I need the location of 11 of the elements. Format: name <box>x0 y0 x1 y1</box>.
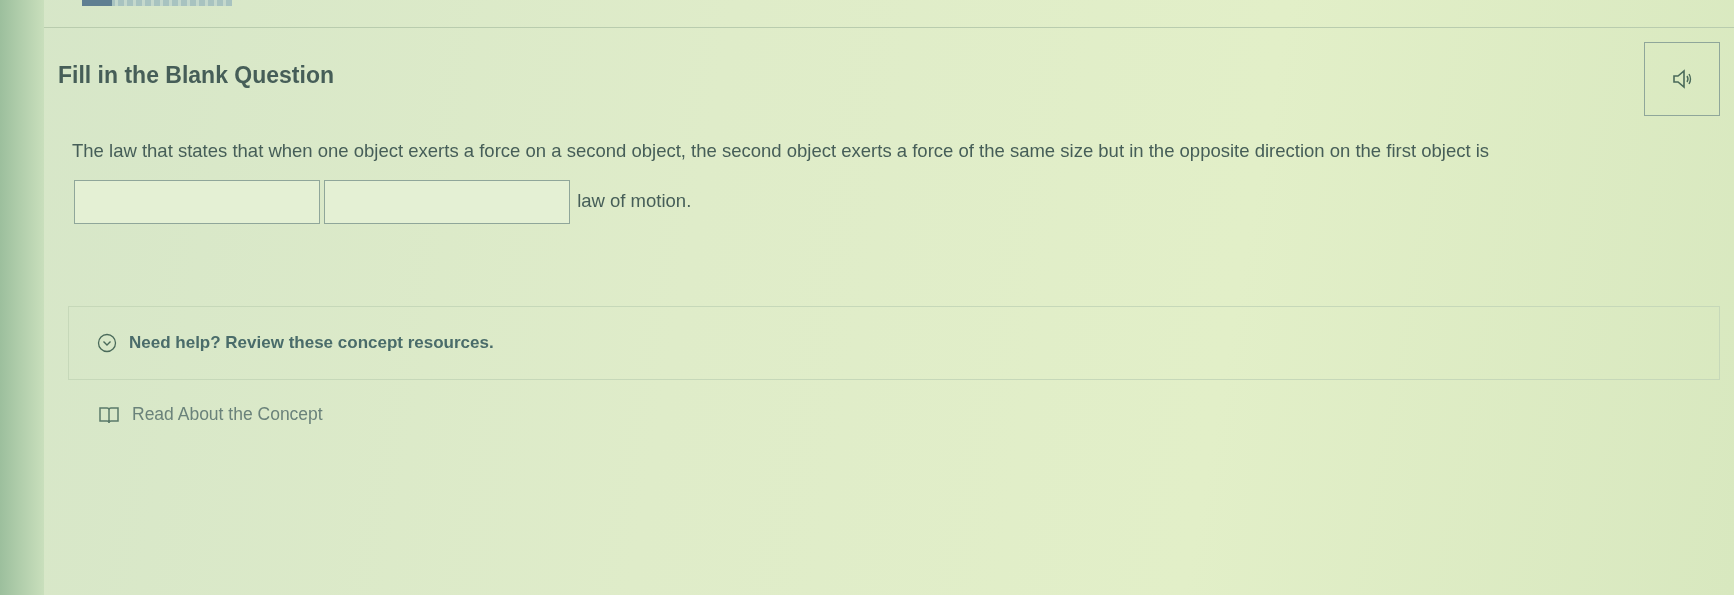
answer-box[interactable] <box>74 180 320 225</box>
help-toggle[interactable]: Need help? Review these concept resources. <box>97 333 494 353</box>
answer-box[interactable] <box>324 180 570 225</box>
question-text: The law that states that when one object exerts a force on a second object, the second object exerts a force of the same size but in the opposite direction on the first object is <box>72 140 1490 161</box>
concept-link[interactable]: Read About the Concept <box>98 404 323 425</box>
book-icon <box>98 404 120 425</box>
speaker-icon <box>1671 68 1693 90</box>
question-text: law of motion. <box>577 190 692 211</box>
question-title: Fill in the Blank Question <box>58 62 335 89</box>
chevron-icon <box>97 333 117 353</box>
audio-button[interactable] <box>1644 42 1720 116</box>
